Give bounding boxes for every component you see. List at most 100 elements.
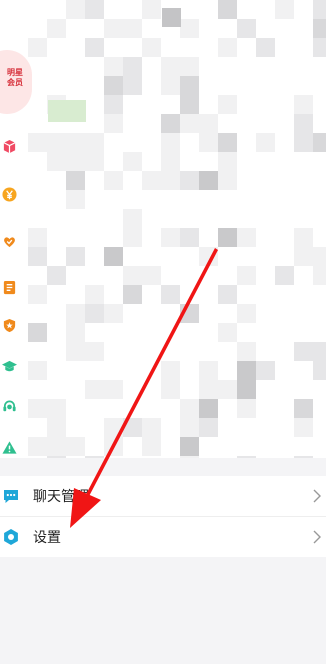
menu-item-settings[interactable]: 设置 [0, 516, 326, 557]
mosaic-cell [142, 418, 161, 437]
mosaic-cell [237, 456, 256, 458]
mosaic-cell [218, 38, 237, 57]
mosaic-cell [28, 133, 47, 152]
mosaic-cell [47, 399, 66, 418]
mosaic-cell [47, 19, 66, 38]
mosaic-cell [28, 285, 47, 304]
mosaic-cell [275, 266, 294, 285]
mosaic-cell [180, 304, 199, 323]
mosaic-cell [66, 247, 85, 266]
chat-bubble-icon [1, 486, 21, 506]
mosaic-cell [199, 361, 218, 380]
mosaic-cell [28, 437, 47, 456]
menu-item-chat-management[interactable]: 聊天管理 [0, 476, 326, 516]
mosaic-cell [66, 342, 85, 361]
mosaic-cell [123, 285, 142, 304]
mosaic-cell [313, 266, 326, 285]
mosaic-cell [123, 19, 142, 38]
mosaic-cell [294, 456, 313, 458]
mosaic-cell [237, 228, 256, 247]
settings-label: 设置 [33, 529, 61, 545]
mosaic-cell [256, 38, 275, 57]
mosaic-cell [85, 0, 104, 19]
mosaic-cell [123, 418, 142, 437]
mosaic-cell [161, 361, 180, 380]
graduation-cap-icon[interactable] [2, 359, 17, 374]
mosaic-cell [256, 133, 275, 152]
mosaic-cell [199, 418, 218, 437]
mosaic-cell [66, 0, 85, 19]
mosaic-cell [28, 228, 47, 247]
mosaic-cell [47, 266, 66, 285]
warning-triangle-icon[interactable] [2, 440, 17, 455]
mosaic-cell [142, 0, 161, 19]
mosaic-cell [161, 380, 180, 399]
mosaic-cell [180, 114, 199, 133]
mosaic-cell [66, 437, 85, 456]
mosaic-cell [85, 133, 104, 152]
mosaic-cell [104, 304, 123, 323]
mosaic-cell [85, 38, 104, 57]
mosaic-cell [47, 456, 66, 458]
chevron-right-icon [313, 530, 321, 544]
mosaic-cell [237, 304, 256, 323]
mosaic-cell [142, 266, 161, 285]
mosaic-cell [104, 19, 123, 38]
mosaic-cell [104, 95, 123, 114]
mosaic-cell [142, 171, 161, 190]
mosaic-cell [123, 76, 142, 95]
mosaic-cell [47, 152, 66, 171]
mosaic-cell [28, 399, 47, 418]
mosaic-cell [104, 171, 123, 190]
mosaic-cell [161, 76, 180, 95]
mosaic-cell [48, 100, 86, 122]
mosaic-cell [85, 152, 104, 171]
chat-management-label: 聊天管理 [33, 488, 89, 504]
mosaic-cell [199, 171, 218, 190]
headset-service-icon[interactable] [2, 399, 17, 414]
mosaic-cell [161, 57, 180, 76]
mosaic-cell [199, 380, 218, 399]
yuan-coin-icon[interactable] [2, 187, 17, 202]
mosaic-cell [218, 152, 237, 171]
mosaic-cell [104, 437, 123, 456]
mosaic-cell [294, 342, 313, 361]
document-list-icon[interactable] [2, 280, 17, 295]
mosaic-cell [313, 361, 326, 380]
mosaic-cell [142, 437, 161, 456]
mosaic-cell [180, 437, 199, 456]
settings-menu-list: 聊天管理 设置 [0, 476, 326, 557]
mosaic-cell [313, 133, 326, 152]
mosaic-cell [180, 19, 199, 38]
mosaic-cell [104, 380, 123, 399]
mosaic-cell [161, 228, 180, 247]
mosaic-cell [104, 418, 123, 437]
gift-box-icon[interactable] [2, 139, 17, 154]
shield-star-icon[interactable] [2, 318, 17, 333]
chevron-right-icon [313, 489, 321, 503]
mosaic-cell [294, 247, 313, 266]
mosaic-cell [275, 0, 294, 19]
mosaic-cell [313, 0, 326, 19]
vip-badge-text: 明星会员 [7, 68, 23, 87]
mosaic-cell [85, 342, 104, 361]
mosaic-cell [123, 228, 142, 247]
mosaic-cell [47, 133, 66, 152]
mosaic-cell [237, 266, 256, 285]
mosaic-cell [313, 247, 326, 266]
mosaic-cell [294, 133, 313, 152]
mosaic-cell [199, 114, 218, 133]
mosaic-cell [180, 418, 199, 437]
mosaic-cell [104, 114, 123, 133]
mosaic-cell [199, 133, 218, 152]
mosaic-cell [294, 95, 313, 114]
mosaic-cell [28, 247, 47, 266]
mosaic-cell [47, 418, 66, 437]
pixelated-content [0, 0, 326, 458]
heart-hands-icon[interactable] [2, 234, 17, 249]
mosaic-cell [180, 456, 199, 458]
mosaic-cell [123, 57, 142, 76]
mosaic-cell [294, 114, 313, 133]
mosaic-cell [161, 114, 180, 133]
blurred-profile-panel: 明星会员 [0, 0, 326, 458]
